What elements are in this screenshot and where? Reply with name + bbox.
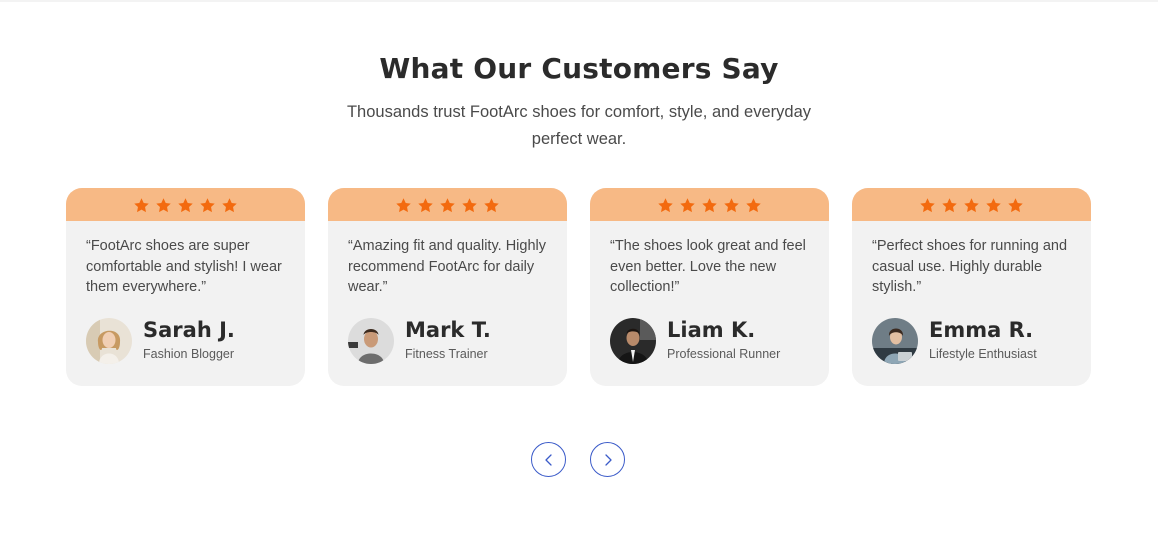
star-icon: [134, 198, 149, 213]
star-icon: [396, 198, 411, 213]
rating-header: [590, 188, 829, 221]
star-icon: [680, 198, 695, 213]
chevron-right-icon: [604, 453, 612, 466]
star-icon: [440, 198, 455, 213]
star-rating: [919, 197, 1024, 214]
avatar: [348, 318, 394, 364]
testimonial-card: “FootArc shoes are super comfortable and…: [66, 188, 305, 386]
rating-header: [328, 188, 567, 221]
testimonial-card: “Amazing fit and quality. Highly recomme…: [328, 188, 567, 386]
author-name: Mark T.: [405, 317, 491, 342]
author-role: Professional Runner: [667, 346, 781, 361]
testimonial-cards: “FootArc shoes are super comfortable and…: [66, 188, 1092, 386]
avatar: [872, 318, 918, 364]
author-name: Liam K.: [667, 317, 756, 342]
section-title: What Our Customers Say: [379, 52, 779, 85]
testimonial-author: Sarah J. Fashion Blogger: [86, 318, 235, 364]
testimonial-card: “The shoes look great and feel even bett…: [590, 188, 829, 386]
testimonial-author: Mark T. Fitness Trainer: [348, 318, 491, 364]
testimonial-quote: “The shoes look great and feel even bett…: [610, 238, 806, 295]
avatar: [86, 318, 132, 364]
testimonial-quote: “Amazing fit and quality. Highly recomme…: [348, 238, 546, 295]
star-icon: [942, 198, 957, 213]
star-icon: [724, 198, 739, 213]
author-role: Lifestyle Enthusiast: [929, 346, 1037, 361]
star-icon: [964, 198, 979, 213]
star-icon: [200, 198, 215, 213]
avatar: [610, 318, 656, 364]
testimonial-quote: “FootArc shoes are super comfortable and…: [86, 238, 282, 295]
testimonial-card: “Perfect shoes for running and casual us…: [852, 188, 1091, 386]
chevron-left-icon: [544, 453, 552, 466]
author-role: Fitness Trainer: [405, 346, 488, 361]
star-icon: [462, 198, 477, 213]
section-subtitle: Thousands trust FootArc shoes for comfor…: [346, 103, 812, 148]
star-icon: [986, 198, 1001, 213]
star-rating: [395, 197, 500, 214]
prev-button[interactable]: [531, 442, 566, 477]
star-icon: [746, 198, 761, 213]
star-icon: [484, 198, 499, 213]
testimonial-author: Liam K. Professional Runner: [610, 318, 780, 364]
star-rating: [657, 197, 762, 214]
testimonials-section: What Our Customers Say Thousands trust F…: [0, 0, 1158, 545]
rating-header: [66, 188, 305, 221]
star-icon: [418, 198, 433, 213]
author-name: Emma R.: [929, 317, 1034, 342]
star-icon: [702, 198, 717, 213]
testimonial-author: Emma R. Lifestyle Enthusiast: [872, 318, 1037, 364]
author-name: Sarah J.: [143, 317, 235, 342]
star-icon: [920, 198, 935, 213]
star-icon: [156, 198, 171, 213]
star-icon: [658, 198, 673, 213]
rating-header: [852, 188, 1091, 221]
star-icon: [222, 198, 237, 213]
star-icon: [1008, 198, 1023, 213]
author-role: Fashion Blogger: [143, 346, 235, 361]
testimonial-quote: “Perfect shoes for running and casual us…: [872, 238, 1068, 295]
star-rating: [133, 197, 238, 214]
next-button[interactable]: [590, 442, 625, 477]
star-icon: [178, 198, 193, 213]
